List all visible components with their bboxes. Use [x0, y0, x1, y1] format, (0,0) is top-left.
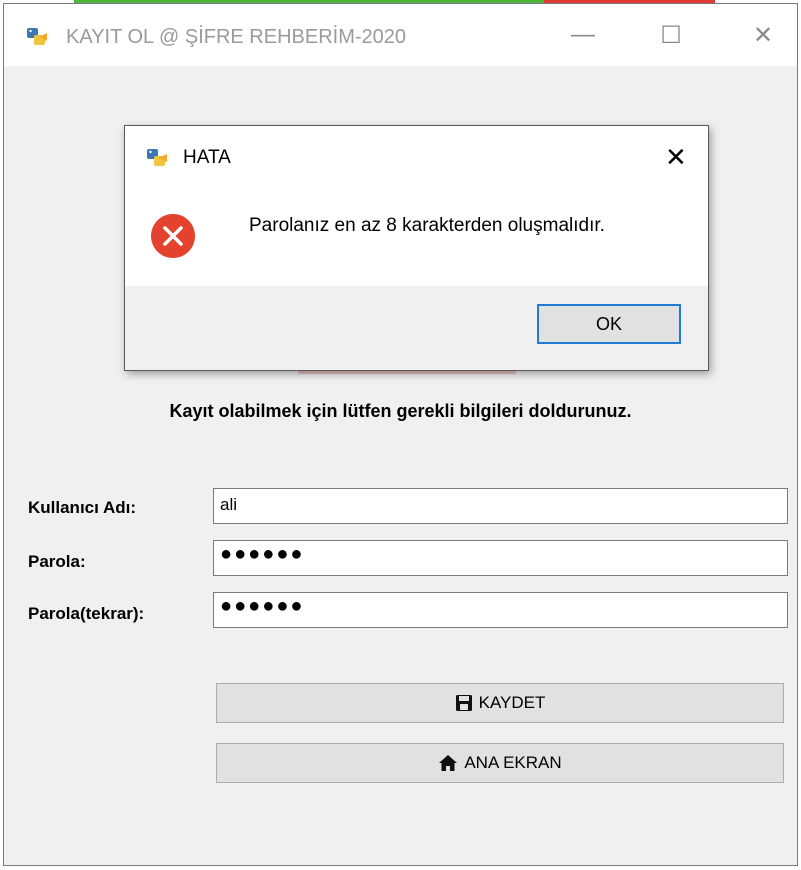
- password-repeat-input[interactable]: ●●●●●●: [213, 592, 788, 628]
- python-app-icon: [147, 149, 167, 166]
- ok-button[interactable]: OK: [537, 304, 681, 344]
- python-app-icon: [27, 28, 47, 45]
- error-dialog: HATA ✕ Parolanız en az 8 karakterden olu…: [124, 125, 709, 371]
- close-icon: ✕: [752, 21, 774, 49]
- maximize-icon: ☐: [660, 21, 682, 49]
- dialog-message: Parolanız en az 8 karakterden oluşmalıdı…: [249, 215, 605, 236]
- username-input[interactable]: ali: [213, 488, 788, 524]
- floppy-disk-icon: [455, 695, 472, 711]
- dialog-title: HATA: [183, 147, 231, 168]
- maximize-button[interactable]: ☐: [638, 4, 704, 66]
- password-label: Parola:: [28, 552, 86, 571]
- username-label: Kullanıcı Adı:: [28, 498, 136, 517]
- close-button[interactable]: ✕: [730, 4, 796, 66]
- title-bar[interactable]: KAYIT OL @ ŞİFRE REHBERİM-2020 — ☐ ✕: [4, 4, 797, 66]
- minimize-button[interactable]: —: [550, 4, 616, 66]
- dialog-close-icon[interactable]: ✕: [665, 142, 687, 173]
- window-title: KAYIT OL @ ŞİFRE REHBERİM-2020: [66, 26, 407, 48]
- home-button-label: ANA EKRAN: [464, 753, 562, 772]
- minimize-icon: —: [571, 21, 595, 48]
- home-button[interactable]: ANA EKRAN: [216, 743, 784, 783]
- save-button-label: KAYDET: [478, 693, 546, 712]
- home-icon: [439, 755, 458, 771]
- password-input[interactable]: ●●●●●●: [213, 540, 788, 576]
- error-icon: [151, 214, 195, 258]
- password-repeat-label: Parola(tekrar):: [28, 604, 145, 623]
- form-heading: Kayıt olabilmek için lütfen gerekli bilg…: [169, 401, 632, 421]
- save-button[interactable]: KAYDET: [216, 683, 784, 723]
